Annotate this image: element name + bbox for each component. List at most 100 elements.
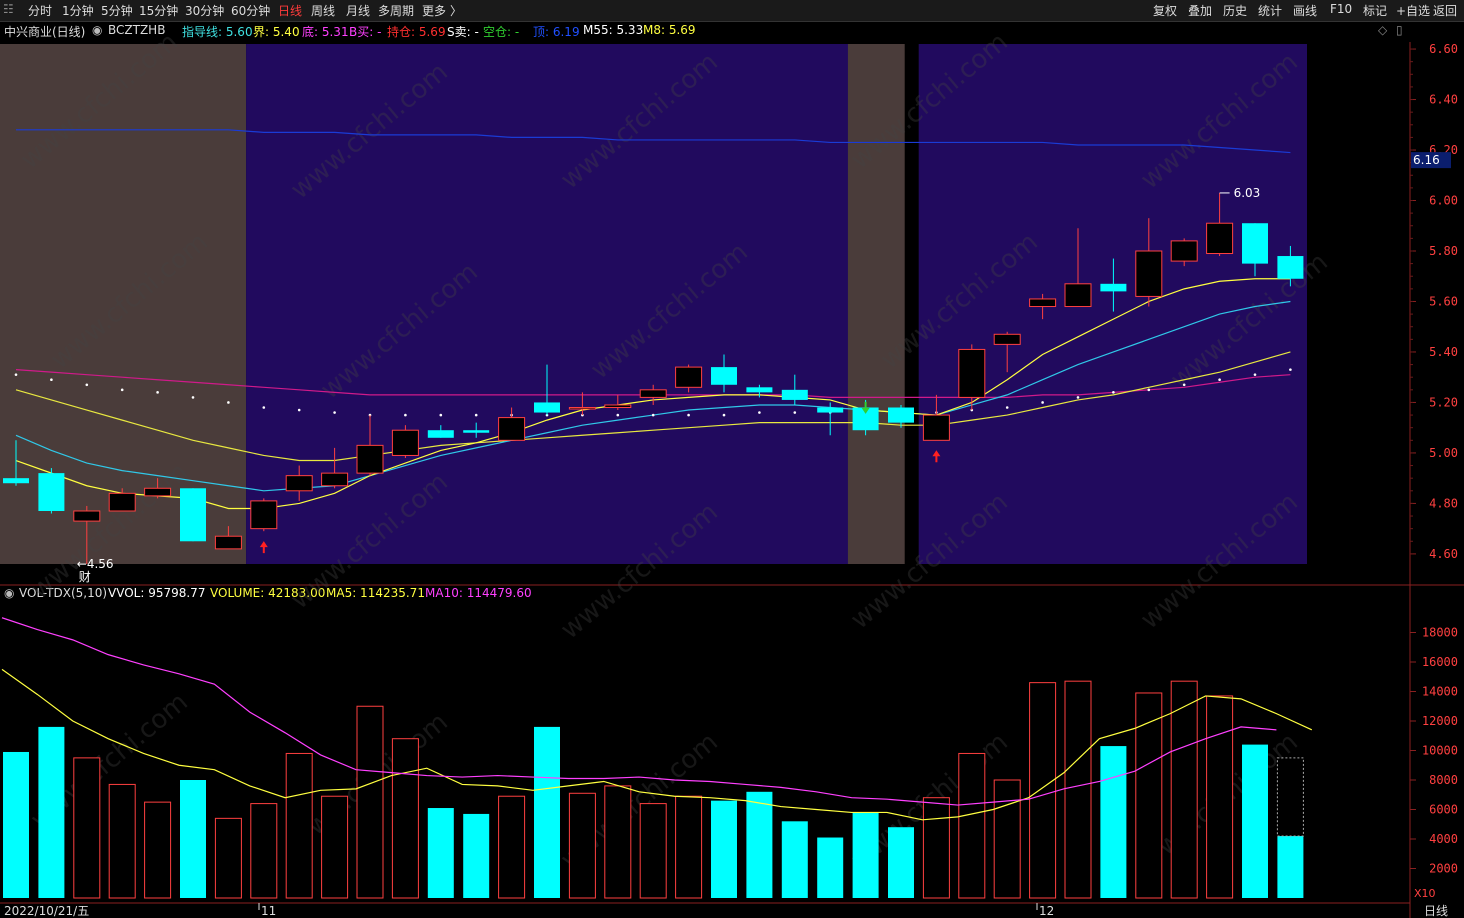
ma-dot bbox=[227, 401, 230, 404]
volume-bar bbox=[1100, 746, 1127, 898]
vol-tick-label-5: 8000 bbox=[1429, 773, 1458, 787]
volume-bar bbox=[1029, 682, 1057, 899]
vol-multiplier: X10 bbox=[1414, 887, 1436, 900]
ma-dot bbox=[616, 413, 620, 417]
candle-body bbox=[639, 389, 667, 398]
volume-bar bbox=[852, 812, 879, 898]
volume-bar bbox=[888, 827, 914, 898]
month-label-12: 12 bbox=[1039, 904, 1054, 918]
ma-dot bbox=[1147, 388, 1151, 392]
candle-body bbox=[888, 407, 914, 423]
vol-tick-label-3: 12000 bbox=[1422, 714, 1458, 728]
volume-bar bbox=[1170, 680, 1198, 899]
volume-bar bbox=[144, 801, 172, 899]
ma-dot bbox=[758, 411, 761, 414]
ma-dot bbox=[474, 413, 478, 417]
candle-body bbox=[568, 406, 596, 410]
price-tick-label-4: 5.80 bbox=[1429, 244, 1458, 258]
vol-tick-label-2: 14000 bbox=[1422, 685, 1458, 699]
period-label: 日线 bbox=[1424, 904, 1448, 918]
price-tick-label-7: 5.20 bbox=[1429, 395, 1458, 409]
ma-dot bbox=[85, 383, 89, 387]
volume-bar bbox=[604, 785, 632, 899]
candle-body bbox=[108, 492, 136, 512]
candle-body bbox=[1206, 222, 1234, 255]
price-tick-label-1: 6.40 bbox=[1429, 93, 1458, 107]
ma-dot bbox=[1253, 373, 1257, 376]
vol-tick-label-4: 10000 bbox=[1422, 744, 1458, 758]
candle-body bbox=[746, 387, 773, 393]
candle-body bbox=[180, 488, 206, 542]
month-label-11: 11 bbox=[261, 904, 276, 918]
candle-body bbox=[391, 429, 419, 456]
volume-bar bbox=[1206, 695, 1234, 899]
ma-dot bbox=[1005, 406, 1009, 409]
candle-body bbox=[675, 366, 703, 388]
candle-body bbox=[144, 487, 172, 497]
price-tick-label-5: 5.60 bbox=[1429, 294, 1458, 308]
ma-dot bbox=[404, 413, 407, 417]
volume-bar bbox=[391, 738, 419, 899]
kline-chart[interactable]: www.cfchi.com www.cfchi.com www.cfchi.com w… bbox=[0, 0, 1464, 918]
candle-body bbox=[922, 414, 950, 441]
candle-body bbox=[1064, 283, 1092, 308]
volume-bar bbox=[746, 791, 773, 898]
volume-bar bbox=[427, 808, 454, 898]
candle-body bbox=[3, 478, 29, 484]
volume-bar bbox=[73, 757, 101, 899]
volume-bar bbox=[993, 779, 1021, 899]
volume-bar bbox=[568, 792, 596, 899]
volume-bar bbox=[1277, 836, 1304, 898]
candle-body bbox=[534, 402, 560, 413]
price-tick-label-8: 5.00 bbox=[1429, 446, 1458, 460]
ma-dot bbox=[439, 413, 443, 417]
volume-bar bbox=[1135, 692, 1163, 899]
volume-bar bbox=[463, 813, 490, 898]
ma-dot bbox=[191, 396, 195, 399]
candle-body bbox=[321, 472, 349, 487]
ma-dot bbox=[14, 373, 18, 376]
candle-body bbox=[427, 430, 454, 438]
volume-bar bbox=[498, 795, 526, 899]
price-tick-label-3: 6.00 bbox=[1429, 194, 1458, 208]
candle-body bbox=[1029, 298, 1057, 308]
volume-bar bbox=[781, 821, 808, 898]
vol-tick-label-0: 18000 bbox=[1422, 626, 1458, 640]
price-tick-label-9: 4.80 bbox=[1429, 496, 1458, 510]
volume-bar bbox=[711, 800, 737, 898]
candle-body bbox=[817, 407, 844, 413]
ma-dot bbox=[1041, 401, 1044, 404]
high-price-label: 6.03 bbox=[1234, 186, 1261, 200]
candle-body bbox=[781, 389, 808, 400]
candle-body bbox=[1242, 223, 1268, 264]
volume-bar bbox=[817, 837, 844, 898]
ma-dot bbox=[156, 391, 159, 394]
current-price-label: 6.16 bbox=[1413, 153, 1440, 167]
candle-body bbox=[356, 444, 384, 474]
volume-bar bbox=[108, 783, 136, 899]
vol-tick-label-1: 16000 bbox=[1422, 655, 1458, 669]
candle-body bbox=[1277, 256, 1304, 279]
ma-dot bbox=[262, 406, 266, 409]
ma-dot bbox=[333, 411, 336, 414]
volume-bar bbox=[214, 817, 242, 899]
ma-dot bbox=[50, 378, 53, 382]
ma-dot bbox=[651, 413, 655, 417]
low-price-label: ←4.56 bbox=[77, 557, 114, 571]
candle-body bbox=[1135, 250, 1163, 297]
candle-body bbox=[250, 500, 278, 530]
volume-bar bbox=[3, 751, 29, 898]
ma-dot bbox=[1218, 378, 1221, 382]
candle-body bbox=[993, 333, 1021, 345]
ma-dot bbox=[120, 388, 124, 392]
candle-body bbox=[604, 404, 632, 408]
candle-body bbox=[1170, 240, 1198, 262]
ma-dot bbox=[1289, 368, 1292, 371]
volume-bar bbox=[675, 795, 703, 899]
volume-bar bbox=[38, 726, 65, 898]
ma-dot bbox=[1112, 391, 1115, 394]
ma-dot bbox=[722, 413, 726, 417]
volume-bar bbox=[1242, 744, 1268, 898]
ma-dot bbox=[793, 411, 797, 414]
vol-tick-label-7: 4000 bbox=[1429, 832, 1458, 846]
